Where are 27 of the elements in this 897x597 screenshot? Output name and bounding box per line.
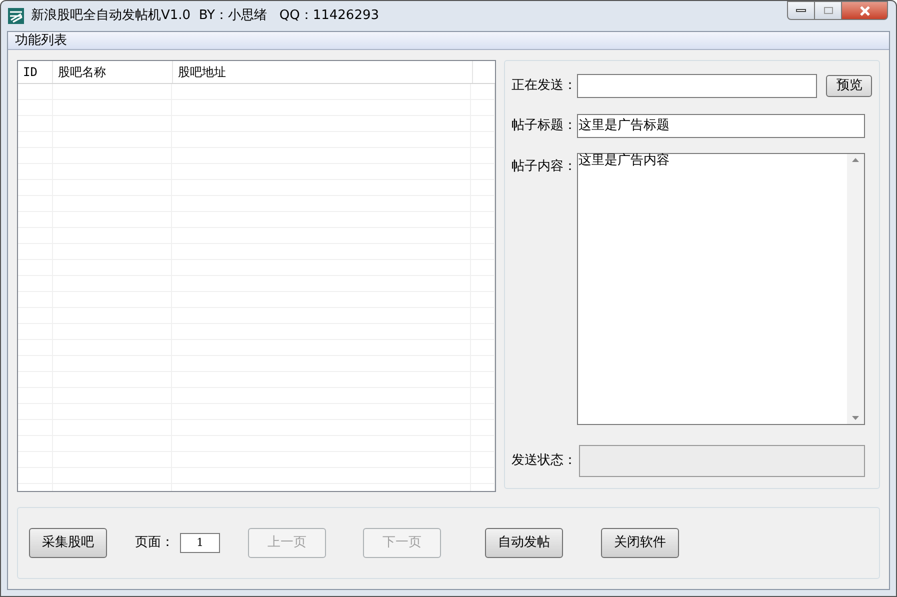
page-field[interactable]: 1 (180, 533, 220, 553)
close-button[interactable] (842, 1, 888, 20)
field-label: 帖子内容： (511, 158, 578, 176)
toolbar-button[interactable]: 自动发帖 (485, 528, 563, 558)
column-header[interactable]: 股吧地址 (173, 61, 473, 83)
column-header[interactable]: 股吧名称 (53, 61, 173, 83)
page-label: 页面： (135, 534, 174, 552)
scrollbar[interactable] (847, 154, 864, 424)
app-icon (7, 7, 25, 25)
toolbar-button[interactable]: 采集股吧 (29, 528, 107, 558)
column-header[interactable]: ID (18, 61, 53, 83)
window-title: 新浪股吧全自动发帖机V1.0 BY：小思绪 QQ：11426293 (31, 7, 380, 26)
close-icon[interactable] (858, 6, 870, 16)
maximize-button[interactable] (815, 1, 842, 20)
toolbar-button[interactable]: 关闭软件 (601, 528, 679, 558)
sending-field[interactable] (577, 74, 818, 98)
post-content-field[interactable]: 这里是广告内容 (577, 153, 866, 425)
minimize-button[interactable] (787, 1, 815, 20)
field-label: 正在发送： (511, 77, 578, 96)
field-label: 发送状态： (511, 452, 578, 470)
menu-item[interactable]: 功能列表 (15, 30, 67, 50)
scroll-down-icon[interactable] (852, 416, 860, 420)
preview-button[interactable]: 预览 (826, 75, 872, 97)
forum-list-table[interactable]: ID 股吧名称 股吧地址 (17, 60, 496, 492)
field-label: 帖子标题： (511, 117, 578, 136)
scroll-up-icon[interactable] (852, 158, 860, 162)
post-title-field[interactable]: 这里是广告标题 (577, 114, 866, 138)
